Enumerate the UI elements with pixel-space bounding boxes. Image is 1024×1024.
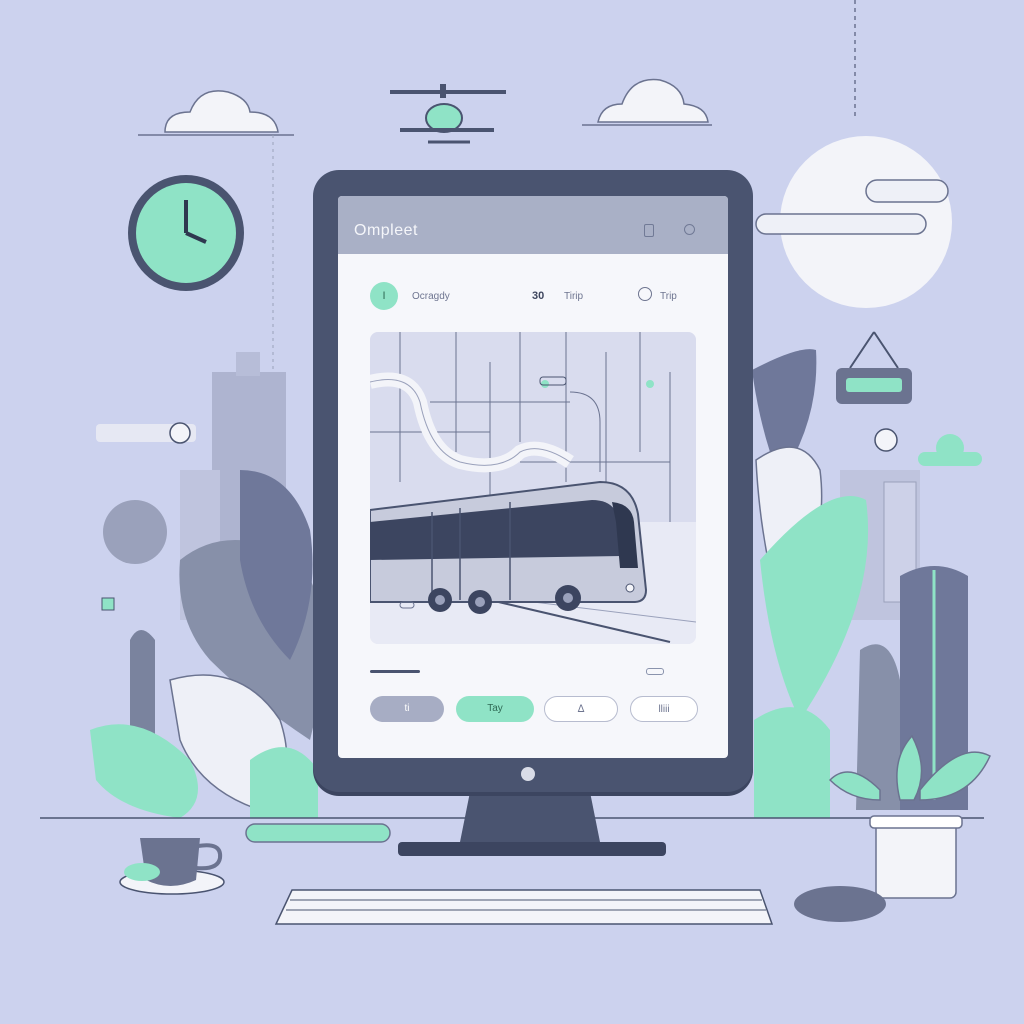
small-cloud-green [918,434,982,466]
mouse-icon [794,886,886,922]
pager-icon[interactable] [646,668,664,675]
trip-label-secondary: Trip [660,291,677,302]
trip-button[interactable]: Tay [456,696,534,722]
keyboard-icon [274,889,774,925]
device-stand [398,792,666,856]
first-button[interactable]: ti [370,696,444,722]
potted-plant [828,734,991,899]
app-title: Omplеet [354,222,418,239]
cloud-center [597,78,709,123]
app-screen: Omplеet I Ocragdy 30 Tirip Trip ti Tay ᐃ… [338,196,728,758]
trip-label: Tirip [564,291,584,302]
clock-icon [128,175,244,291]
home-button[interactable] [521,767,535,781]
category-label: Ocragdy [412,291,450,302]
cloud-bar-2 [755,213,927,235]
fourth-button[interactable]: lliii [630,696,698,722]
progress-bar [370,670,420,673]
trip-count: 30 [532,290,545,302]
status-badge[interactable]: I [370,282,398,310]
third-button[interactable]: ᐃ [544,696,618,722]
coffee-cup-icon [119,838,225,895]
plants-right [752,349,968,818]
circle-icon[interactable] [684,224,695,235]
cloud-bar-1 [865,179,949,203]
gauge-circle [103,500,167,564]
bus-scene [370,332,696,644]
trip-info-row: I Ocragdy 30 Tirip Trip [338,282,728,310]
drone-icon [390,84,506,144]
square-icon[interactable] [644,224,654,237]
app-header: Omplеet [338,196,728,254]
cloud-left [164,90,279,133]
trip-circle-icon[interactable] [638,287,652,301]
hanging-sign-icon [836,331,912,404]
bus-illustration [370,332,696,644]
